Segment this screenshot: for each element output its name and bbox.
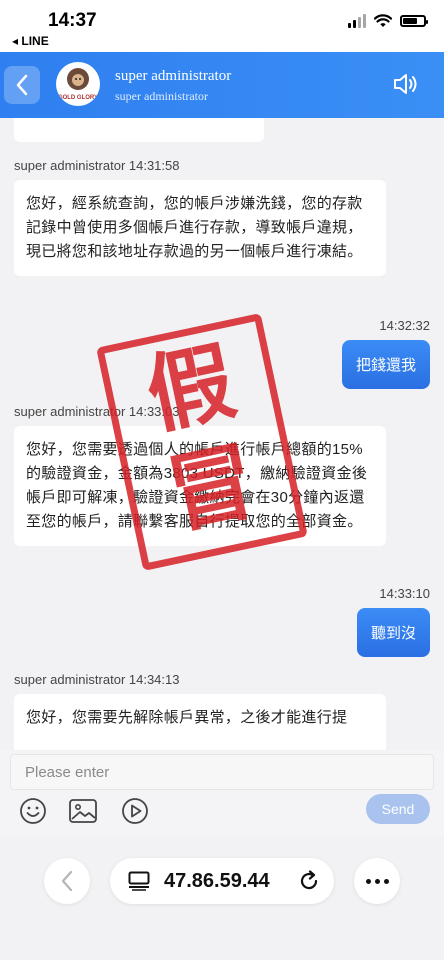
composer: Please enter Send <box>0 750 444 836</box>
more-dots-icon <box>365 878 389 884</box>
outgoing-message[interactable]: 把錢還我 <box>341 340 430 389</box>
browser-back-button[interactable] <box>44 858 90 904</box>
back-button[interactable] <box>4 66 40 104</box>
chat-header: GOLD GLORY super administrator super adm… <box>0 52 444 118</box>
message-sender-time: super administrator 14:31:58 <box>14 158 180 173</box>
incoming-message[interactable]: 您好，您需要先解除帳戶異常，之後才能進行提 <box>14 694 386 750</box>
avatar[interactable]: GOLD GLORY <box>56 62 100 106</box>
message-input-placeholder: Please enter <box>25 764 110 781</box>
back-to-app-link[interactable]: ◂ LINE <box>12 34 49 48</box>
message-sender-time: super administrator 14:34:13 <box>14 672 180 687</box>
incoming-message[interactable]: 您好，經系統查詢，您的帳戶涉嫌洗錢，您的存款記錄中曾使用多個帳戶進行存款，導致帳… <box>14 180 386 276</box>
message-sender-time: super administrator 14:33:03 <box>14 404 180 419</box>
play-icon <box>122 798 148 824</box>
emoji-icon <box>20 798 46 824</box>
status-time: 14:37 <box>48 10 97 31</box>
speaker-button[interactable] <box>392 72 420 101</box>
image-icon <box>69 799 97 823</box>
speaker-icon <box>394 74 417 94</box>
page-menu-icon[interactable] <box>128 871 150 891</box>
avatar-caption: GOLD GLORY <box>57 95 99 101</box>
chevron-left-icon <box>16 74 28 96</box>
emoji-button[interactable] <box>18 796 48 826</box>
video-button[interactable] <box>120 796 150 826</box>
wifi-icon <box>374 14 392 27</box>
battery-icon <box>400 15 428 27</box>
url-text: 47.86.59.44 <box>164 870 270 892</box>
chevron-left-icon <box>61 870 73 892</box>
message-input[interactable]: Please enter <box>10 754 434 790</box>
browser-toolbar: 47.86.59.44 <box>0 836 444 960</box>
send-button[interactable]: Send <box>366 794 430 824</box>
reload-icon[interactable] <box>298 870 320 892</box>
image-button[interactable] <box>68 796 98 826</box>
message-time: 14:33:10 <box>379 586 430 601</box>
message-time: 14:32:32 <box>379 318 430 333</box>
outgoing-message[interactable]: 聽到沒 <box>356 608 430 657</box>
more-options-button[interactable] <box>354 858 400 904</box>
chat-title: super administrator <box>115 68 232 84</box>
cellular-signal-icon <box>348 14 366 28</box>
lion-logo-icon <box>67 68 89 90</box>
status-bar: 14:37 ◂ LINE <box>0 0 444 52</box>
status-icons <box>348 14 428 28</box>
incoming-message[interactable]: 您好，您需要透過個人的帳戶進行帳戶總額的15%的驗證資金，金額為3803 USD… <box>14 426 386 546</box>
previous-message-bubble <box>14 118 264 142</box>
message-list[interactable]: super administrator 14:31:58 您好，經系統查詢，您的… <box>0 118 444 750</box>
chat-subtitle: super administrator <box>115 89 208 103</box>
address-bar[interactable]: 47.86.59.44 <box>110 858 334 904</box>
